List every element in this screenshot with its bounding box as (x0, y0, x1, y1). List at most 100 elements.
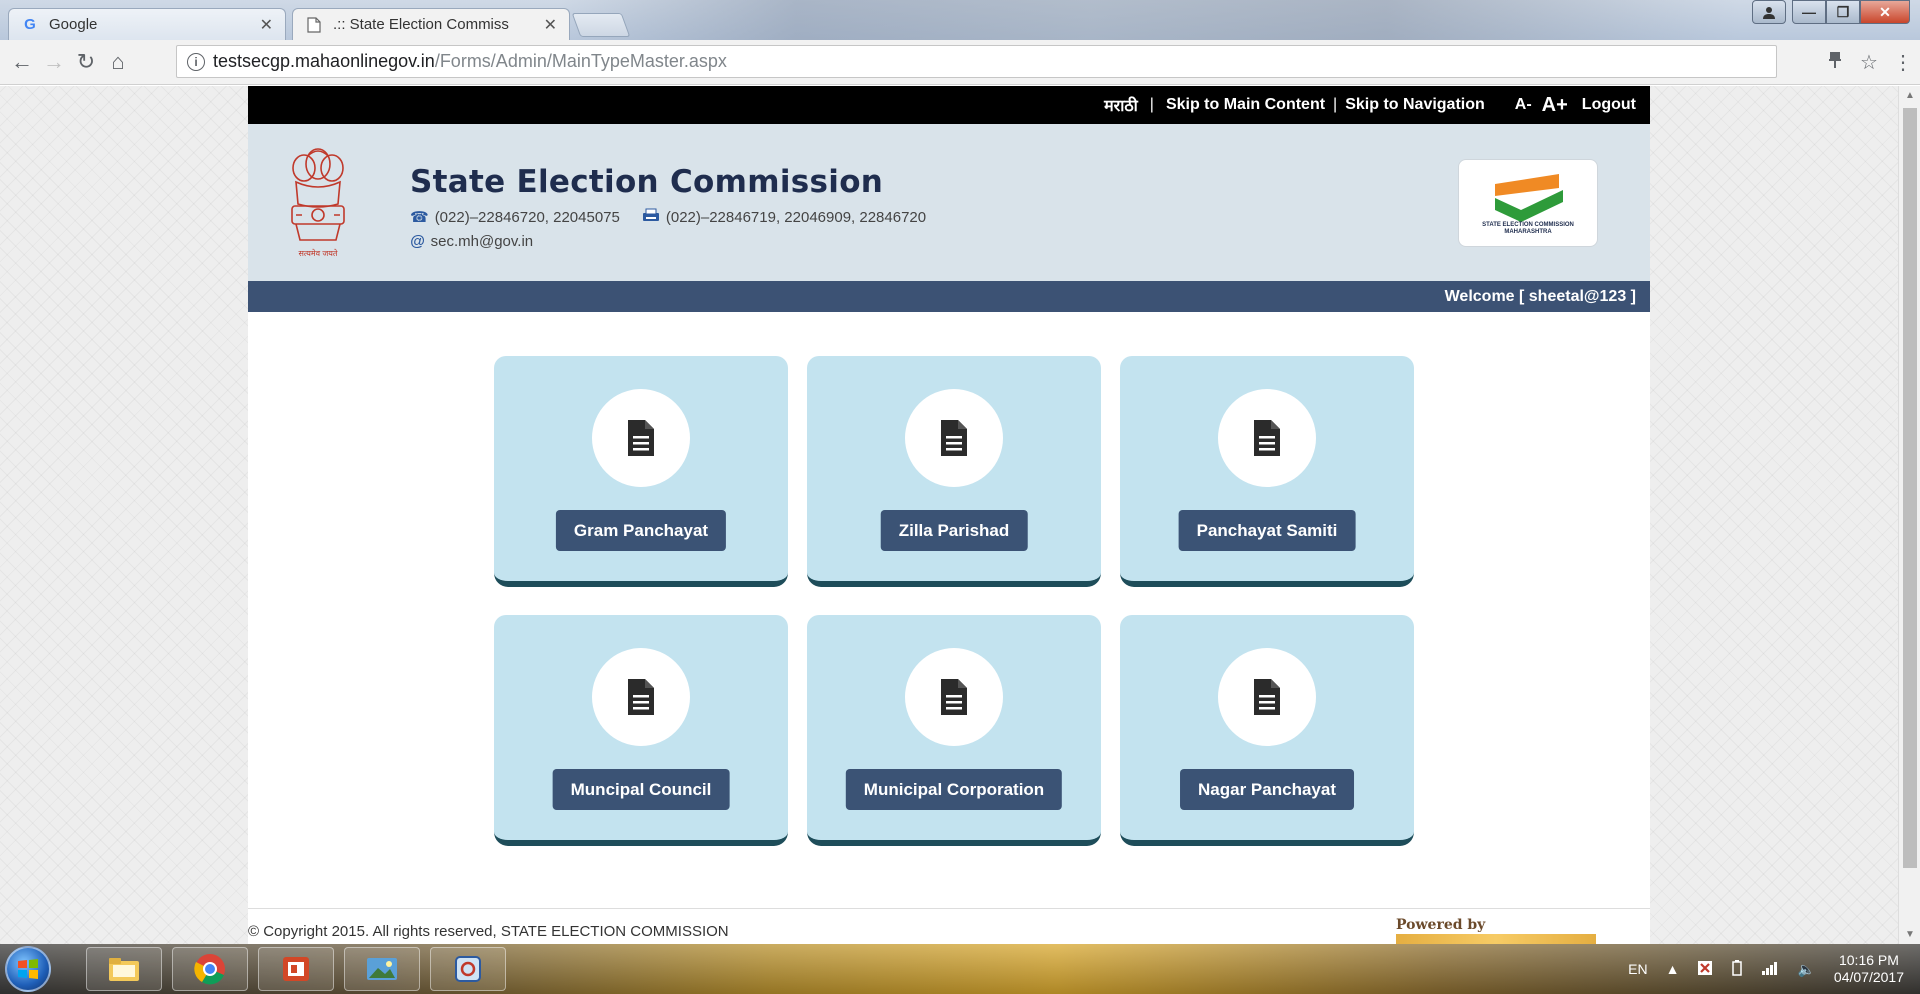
window-controls: — ❐ ✕ (1752, 0, 1910, 24)
windows-taskbar: EN ▲ 🔈 10:16 PM 04/07/2017 (0, 944, 1920, 994)
clock-time: 10:16 PM (1838, 952, 1899, 968)
start-button[interactable] (5, 946, 51, 992)
page-favicon-icon (305, 16, 323, 34)
url-host: testsecgp.mahaonlinegov.in (213, 51, 435, 71)
separator: | (1333, 96, 1338, 113)
tab-title: .:: State Election Commiss (333, 16, 509, 33)
contact-email: @ sec.mh@gov.in (410, 233, 926, 250)
close-window-button[interactable]: ✕ (1860, 0, 1910, 24)
forward-button[interactable]: → (38, 49, 70, 75)
tile-panchayat-samiti[interactable]: Panchayat Samiti (1120, 356, 1414, 587)
bookmark-star-icon[interactable]: ☆ (1852, 50, 1886, 75)
battery-icon[interactable] (1731, 959, 1743, 979)
site-title: State Election Commission (410, 164, 884, 200)
tile-muncipal-council[interactable]: Muncipal Council (494, 615, 788, 846)
document-icon (905, 648, 1003, 746)
document-icon (1218, 648, 1316, 746)
contact-phone-fax: ☎ (022)–22846720, 22045075 (022)–2284671… (410, 208, 926, 226)
site-footer: © Copyright 2015. All rights reserved, S… (248, 908, 1650, 944)
tile-zilla-parishad[interactable]: Zilla Parishad (807, 356, 1101, 587)
volume-icon[interactable]: 🔈 (1797, 961, 1814, 978)
back-button[interactable]: ← (6, 49, 38, 75)
browser-tabstrip: G Google ✕ .:: State Election Commiss ✕ … (0, 0, 1920, 40)
tab-title: Google (49, 16, 98, 33)
panchayat-samiti-button[interactable]: Panchayat Samiti (1178, 510, 1356, 551)
site-container: मराठी | Skip to Main Content | Skip to N… (248, 86, 1650, 944)
menu-icon[interactable]: ⋮ (1886, 50, 1920, 75)
accessibility-bar: मराठी | Skip to Main Content | Skip to N… (248, 86, 1650, 124)
scroll-up-icon[interactable]: ▲ (1899, 90, 1920, 101)
document-icon (592, 648, 690, 746)
system-clock[interactable]: 10:16 PM 04/07/2017 (1834, 952, 1904, 986)
maximize-button[interactable]: ❐ (1826, 0, 1860, 24)
google-favicon-icon: G (24, 16, 36, 33)
network-signal-icon[interactable] (1761, 961, 1779, 978)
fax-numbers: (022)–22846719, 22046909, 22846720 (665, 208, 927, 226)
email-at-icon: @ (410, 233, 425, 250)
tab-google[interactable]: G Google ✕ (8, 8, 286, 40)
url-path: /Forms/Admin/MainTypeMaster.aspx (434, 51, 727, 71)
scroll-down-icon[interactable]: ▼ (1899, 929, 1920, 940)
nagar-panchayat-button[interactable]: Nagar Panchayat (1180, 769, 1354, 810)
page-viewport: मराठी | Skip to Main Content | Skip to N… (0, 86, 1898, 944)
site-info-icon[interactable]: i (187, 52, 205, 71)
tab-state-election-commission[interactable]: .:: State Election Commiss ✕ (292, 8, 570, 40)
emblem-motto: सत्यमेव जयते (298, 249, 338, 258)
marathi-link[interactable]: मराठी (1104, 94, 1138, 116)
clock-date: 04/07/2017 (1833, 969, 1904, 985)
tab-close-icon[interactable]: ✕ (260, 15, 273, 35)
font-decrease-button[interactable]: A- (1515, 96, 1532, 114)
home-button[interactable]: ⌂ (102, 49, 134, 75)
powered-by-text: Powered by (1396, 917, 1486, 933)
profile-button[interactable] (1752, 0, 1786, 24)
sec-maharashtra-logo: STATE ELECTION COMMISSION MAHARASHTRA (1458, 159, 1598, 247)
logo-caption: STATE ELECTION COMMISSION MAHARASHTRA (1482, 222, 1574, 235)
site-header: सत्यमेव जयते State Election Commission ☎… (248, 124, 1650, 281)
brand-block: State Election Commission ☎ (022)–228467… (410, 164, 926, 250)
page-scrollbar[interactable]: ▲ ▼ (1898, 86, 1920, 944)
document-icon (905, 389, 1003, 487)
scrollbar-thumb[interactable] (1903, 108, 1917, 868)
file-explorer-taskbar-icon[interactable] (86, 947, 162, 991)
skip-nav-link[interactable]: Skip to Navigation (1345, 96, 1485, 114)
welcome-user-text: Welcome [ sheetal@123 ] (1444, 287, 1636, 305)
fax-icon (642, 208, 660, 226)
action-center-flag-icon[interactable] (1697, 960, 1713, 979)
email-address[interactable]: sec.mh@gov.in (431, 233, 534, 250)
national-emblem-icon: सत्यमेव जयते (282, 144, 354, 268)
snipping-tool-taskbar-icon[interactable] (430, 947, 506, 991)
image-viewer-taskbar-icon[interactable] (344, 947, 420, 991)
tile-municipal-corporation[interactable]: Municipal Corporation (807, 615, 1101, 846)
tab-close-icon[interactable]: ✕ (544, 15, 557, 35)
logout-link[interactable]: Logout (1582, 96, 1636, 114)
document-icon (592, 389, 690, 487)
show-hidden-icons-icon[interactable]: ▲ (1666, 961, 1680, 977)
font-increase-button[interactable]: A+ (1542, 94, 1568, 117)
muncipal-council-button[interactable]: Muncipal Council (552, 769, 730, 810)
mahaonline-logo (1396, 934, 1596, 944)
municipal-corporation-button[interactable]: Municipal Corporation (845, 769, 1063, 810)
browser-toolbar: ← → ↻ ⌂ i testsecgp.mahaonlinegov.in/For… (0, 40, 1920, 85)
telephone-icon: ☎ (410, 209, 429, 226)
toolbar-actions: ☆ ⋮ (1818, 40, 1920, 85)
phone-numbers: (022)–22846720, 22045075 (434, 208, 620, 226)
tile-nagar-panchayat[interactable]: Nagar Panchayat (1120, 615, 1414, 846)
extension-icon[interactable] (1818, 51, 1852, 75)
election-type-grid: Gram Panchayat Zilla Parishad Panchayat … (494, 356, 1416, 846)
system-tray: EN ▲ 🔈 10:16 PM 04/07/2017 (1619, 944, 1920, 994)
window-frame-glass (560, 0, 1740, 40)
minimize-button[interactable]: — (1792, 0, 1826, 24)
tile-gram-panchayat[interactable]: Gram Panchayat (494, 356, 788, 587)
skip-main-link[interactable]: Skip to Main Content (1166, 96, 1325, 114)
welcome-bar: Welcome [ sheetal@123 ] (248, 281, 1650, 312)
new-tab-button[interactable] (571, 13, 631, 37)
powerpoint-taskbar-icon[interactable] (258, 947, 334, 991)
gram-panchayat-button[interactable]: Gram Panchayat (555, 510, 727, 551)
address-bar[interactable]: i testsecgp.mahaonlinegov.in/Forms/Admin… (176, 45, 1777, 78)
input-language[interactable]: EN (1628, 961, 1647, 977)
separator: | (1149, 96, 1154, 113)
reload-button[interactable]: ↻ (70, 49, 102, 75)
copyright-text: © Copyright 2015. All rights reserved, S… (248, 923, 729, 940)
zilla-parishad-button[interactable]: Zilla Parishad (880, 510, 1028, 551)
chrome-taskbar-icon[interactable] (172, 947, 248, 991)
